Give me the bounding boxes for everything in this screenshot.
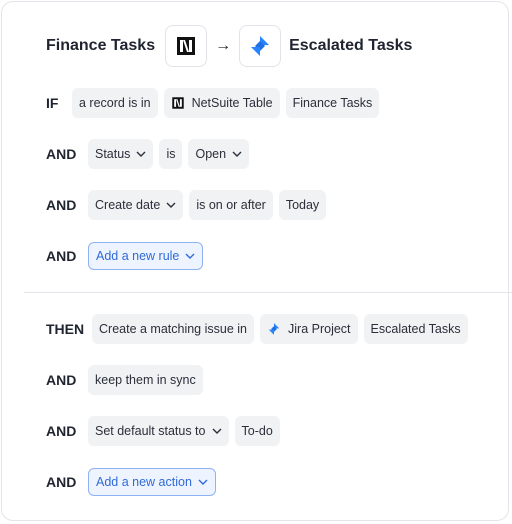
add-action-row: AND Add a new action [46, 467, 216, 497]
add-action-label: Add a new action [96, 475, 192, 489]
workflow-card: Finance Tasks → Escalated Tasks IF a rec… [1, 1, 512, 521]
action-row-sync: AND keep them in sync [46, 365, 203, 395]
netsuite-icon [171, 96, 185, 110]
condition-row-if: IF a record is in NetSuite Table Finance… [46, 88, 380, 118]
keyword-and: AND [46, 248, 77, 264]
add-rule-button[interactable]: Add a new rule [88, 242, 204, 270]
keyword-and: AND [46, 423, 77, 439]
arrow-right-icon: → [215, 37, 232, 54]
chevron-down-icon [185, 253, 195, 259]
netsuite-table-chip[interactable]: NetSuite Table [163, 88, 280, 118]
chevron-down-icon [198, 479, 208, 485]
default-status-dropdown[interactable]: Set default status to [88, 416, 229, 446]
date-value-chip[interactable]: Today [278, 190, 327, 220]
add-rule-row: AND Add a new rule [46, 241, 204, 271]
keyword-if: IF [46, 95, 59, 111]
keyword-then: THEN [46, 321, 85, 337]
date-field-dropdown[interactable]: Create date [88, 190, 184, 220]
default-status-value[interactable]: To-do [234, 416, 280, 446]
default-status-label: Set default status to [95, 424, 206, 438]
keyword-and: AND [46, 146, 77, 162]
condition-row-status: AND Status is Open [46, 139, 250, 169]
action-row-then: THEN Create a matching issue in Jira Pro… [46, 314, 468, 344]
netsuite-table-label: NetSuite Table [191, 96, 273, 110]
keyword-and: AND [46, 197, 77, 213]
jira-project-chip[interactable]: Jira Project [260, 314, 358, 344]
chevron-down-icon [136, 151, 146, 157]
sync-header: Finance Tasks → Escalated Tasks [46, 24, 412, 68]
action-row-default-status: AND Set default status to To-do [46, 416, 280, 446]
action-text: Create a matching issue in [92, 314, 254, 344]
add-action-button[interactable]: Add a new action [88, 468, 216, 496]
condition-row-date: AND Create date is on or after Today [46, 190, 327, 220]
keyword-and: AND [46, 372, 77, 388]
jira-logo-icon [239, 25, 282, 67]
status-value-dropdown[interactable]: Open [188, 139, 250, 169]
status-field-label: Status [95, 147, 131, 161]
source-title: Finance Tasks [46, 37, 156, 54]
date-operator-chip: is on or after [189, 190, 273, 220]
sync-chip: keep them in sync [88, 365, 203, 395]
section-divider [24, 292, 512, 293]
chevron-down-icon [166, 202, 176, 208]
date-field-label: Create date [95, 198, 161, 212]
project-name-chip[interactable]: Escalated Tasks [363, 314, 468, 344]
keyword-and: AND [46, 474, 77, 490]
chevron-down-icon [232, 151, 242, 157]
status-value-label: Open [195, 147, 227, 161]
table-name-chip[interactable]: Finance Tasks [285, 88, 380, 118]
jira-icon [267, 322, 281, 336]
add-rule-label: Add a new rule [96, 249, 180, 263]
condition-text: a record is in [72, 88, 158, 118]
target-title: Escalated Tasks [289, 37, 413, 54]
netsuite-logo-icon [165, 25, 208, 67]
status-field-dropdown[interactable]: Status [88, 139, 154, 169]
jira-project-label: Jira Project [288, 322, 351, 336]
chevron-down-icon [212, 428, 222, 434]
operator-chip: is [159, 139, 183, 169]
